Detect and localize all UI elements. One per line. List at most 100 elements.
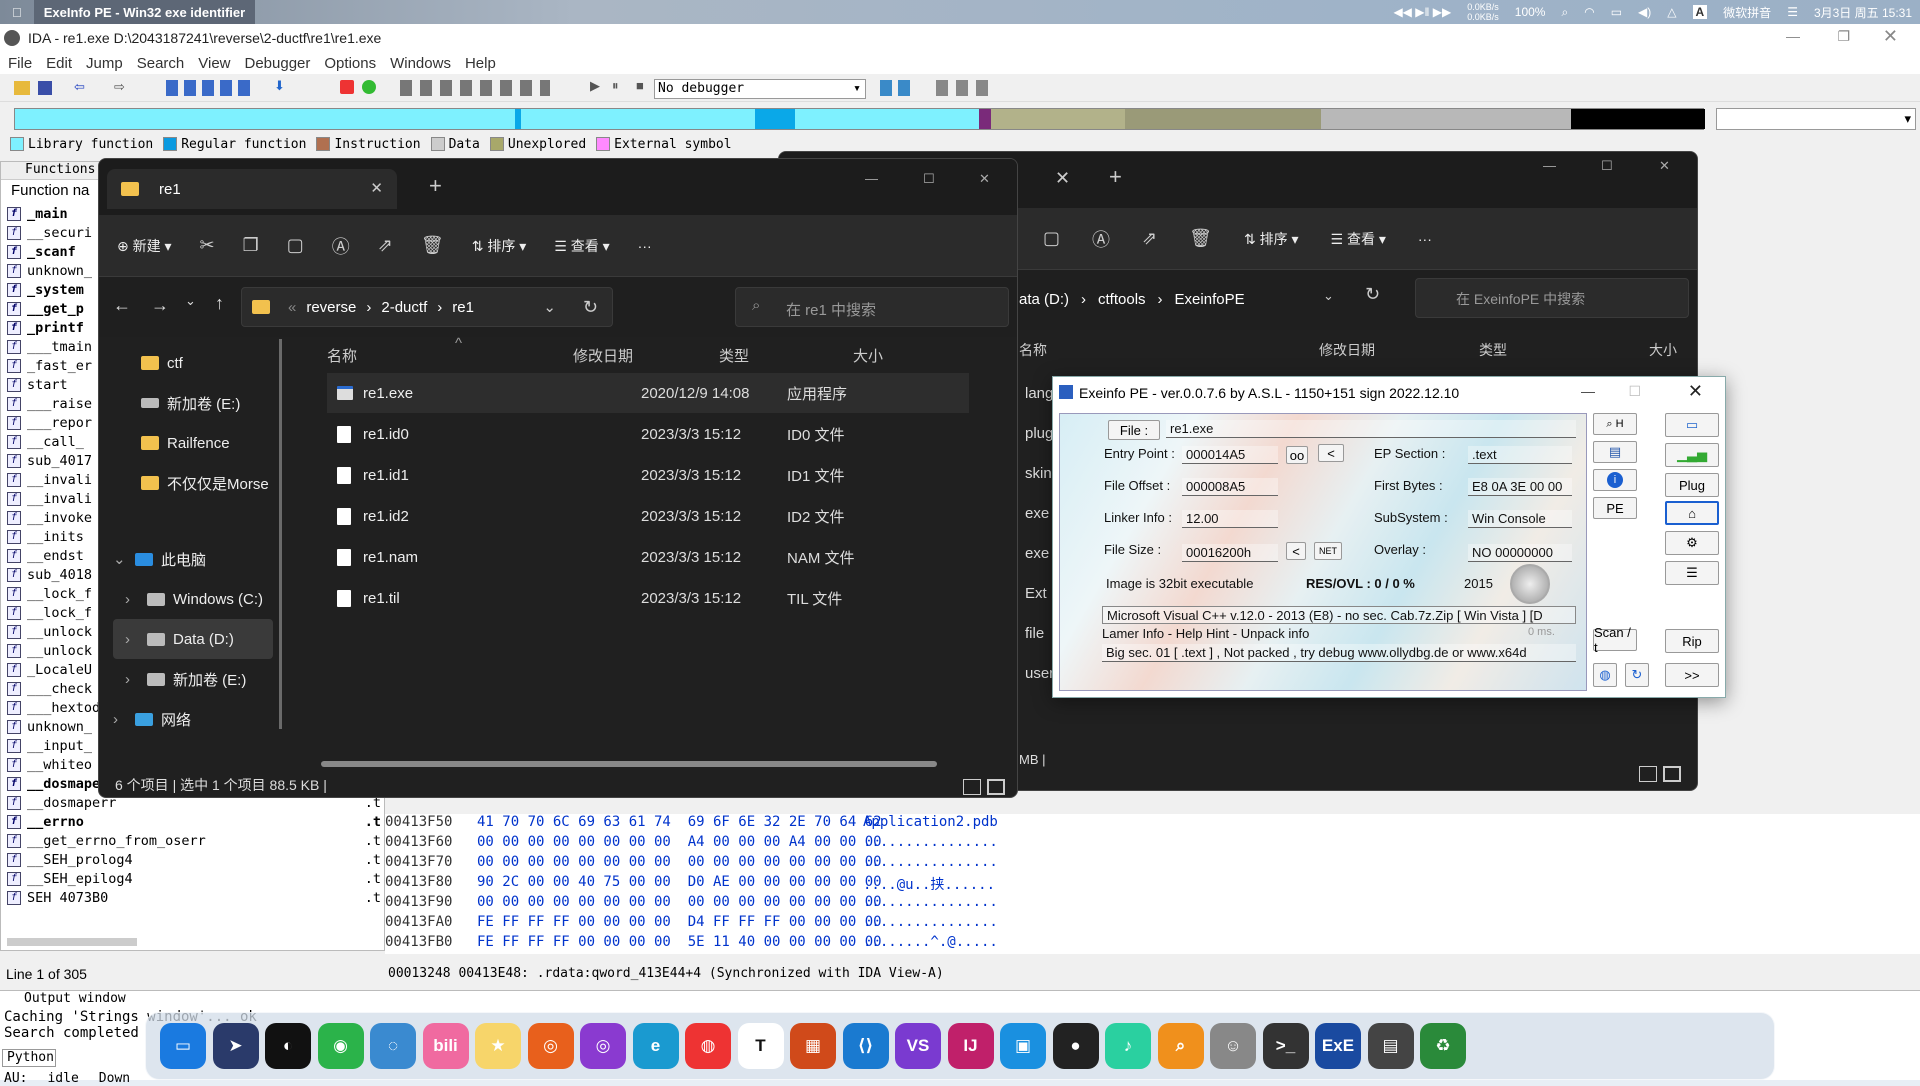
search-icon[interactable]: ⌕ [1561,5,1568,20]
horizontal-scrollbar[interactable] [7,938,137,946]
function-row[interactable]: f __SEH_prolog4 .t [7,850,385,869]
entry-back-button[interactable]: < [1318,444,1344,462]
edit-tools-group[interactable] [400,80,550,96]
down-arrow-icon[interactable]: ⬇ [274,78,285,94]
run-script-icon[interactable] [362,80,376,94]
menu-debugger[interactable]: Debugger [245,55,311,72]
file-row[interactable]: re1.id2 2023/3/3 15:12 ID2 文件 [327,496,969,536]
close-icon[interactable]: ✕ [1688,381,1703,402]
window-tools-group[interactable] [936,80,992,96]
first-bytes-field[interactable]: E8 0A 3E 00 00 [1468,478,1572,496]
view-button[interactable]: ☰ 查看 ▾ [1331,229,1386,249]
minimize-icon[interactable]: — [1581,383,1595,399]
hex-row[interactable]: 00413FA0 FE FF FF FF 00 00 00 00 D4 FF FF… [385,914,1920,934]
forward-icon[interactable]: ⇨ [114,79,125,95]
dock-app-icon[interactable]: bili [422,1023,469,1069]
paste-icon[interactable]: ▢ [287,235,304,256]
restore-icon[interactable]: ❐ [1837,28,1850,45]
size-back-button[interactable]: < [1286,542,1306,560]
close-icon[interactable]: ✕ [1659,158,1670,174]
column-type[interactable]: 类型 [719,345,749,366]
file-field[interactable]: re1.exe [1166,420,1576,438]
debugger-select[interactable]: No debugger ▾ [654,79,866,99]
clock[interactable]: 3月3日 周五 15:31 [1814,4,1912,21]
ime-label[interactable]: 微软拼音 [1723,4,1771,21]
play-icon[interactable]: ▶ [590,78,600,94]
expand-chevron-icon[interactable]: ⌄ [113,550,135,568]
sort-button[interactable]: ⇅ 排序 ▾ [472,236,527,256]
file-row[interactable]: re1.til 2023/3/3 15:12 TIL 文件 [327,578,969,618]
menu-search[interactable]: Search [137,55,185,72]
expand-chevron-icon[interactable]: › [125,671,147,688]
notification-icon[interactable]: △ [1667,5,1676,19]
forward-icon[interactable]: → [151,295,169,316]
dock-app-icon[interactable]: ▭ [160,1023,206,1069]
dock-app-icon[interactable]: T [737,1023,784,1069]
hex-view[interactable]: 00413F50 41 70 70 6C 69 63 61 74 69 6F 6E… [385,814,1920,954]
display-icon[interactable]: ▭ [1611,5,1622,19]
column-name[interactable]: 名称 [327,345,357,366]
column-date[interactable]: 修改日期 [573,345,633,366]
menu-windows[interactable]: Windows [390,55,451,72]
nav-band-dropdown[interactable]: ▾ [1716,108,1916,130]
nav-scrollbar[interactable] [279,339,282,729]
net-button[interactable]: NET [1314,542,1342,560]
file-row[interactable]: re1.id0 2023/3/3 15:12 ID0 文件 [327,414,969,454]
share-icon[interactable]: ⇗ [1142,228,1157,249]
debug-tools-group[interactable] [880,80,910,96]
media-controls-icon[interactable]: ◀◀ ▶‖ ▶▶ [1393,5,1451,19]
column-size[interactable]: 大小 [1649,340,1677,360]
tree-item[interactable]: › 网络 [113,699,323,739]
hex-row[interactable]: 00413F70 00 00 00 00 00 00 00 00 00 00 00… [385,854,1920,874]
pause-icon[interactable]: ⏸ [612,78,619,94]
subsystem-field[interactable]: Win Console [1468,510,1572,528]
dock-app-icon[interactable]: ◌ [370,1023,416,1069]
file-size-field[interactable]: 00016200h [1182,544,1278,562]
open-icon[interactable] [14,81,30,95]
input-letter-icon[interactable]: A [1692,5,1708,19]
detection-result[interactable]: Microsoft Visual C++ v.12.0 - 2013 (E8) … [1102,606,1576,624]
next-button[interactable]: >> [1665,663,1719,687]
hint-result[interactable]: Big sec. 01 [ .text ] , Not packed , try… [1102,644,1576,662]
function-row[interactable]: f __errno .t [7,812,385,831]
hex-row[interactable]: 00413F50 41 70 70 6C 69 63 61 74 69 6F 6E… [385,814,1920,834]
file-row[interactable]: re1.exe 2020/12/9 14:08 应用程序 [327,373,969,413]
tree-item[interactable]: › Data (D:) [113,619,273,659]
wifi-icon[interactable]: ◠ [1584,5,1594,19]
address-bar[interactable]: ata (D:) › ctftools › ExeinfoPE [1019,280,1339,318]
dock-app-icon[interactable]: ◐ [265,1023,311,1069]
rename-icon[interactable]: Ⓐ [332,233,350,259]
refresh-icon[interactable]: ↻ [1625,663,1649,687]
copy-icon[interactable]: ❐ [243,235,259,256]
dock-app-icon[interactable]: ▣ [1000,1023,1046,1069]
up-icon[interactable]: ↑ [215,293,224,314]
recent-dropdown-icon[interactable]: ⌄ [185,293,196,309]
plug-button[interactable]: Plug [1665,473,1719,497]
globe-icon[interactable]: ◍ [1593,663,1617,687]
ep-section-field[interactable]: .text [1468,446,1572,464]
new-tab-icon[interactable]: + [1109,164,1122,190]
scan-button[interactable]: Scan / t [1593,625,1637,655]
save-icon[interactable] [38,81,52,95]
dock-app-icon[interactable]: ★ [475,1023,521,1069]
refresh-icon[interactable]: ↻ [1365,284,1380,305]
menu-help[interactable]: Help [465,55,496,72]
menu-view[interactable]: View [198,55,230,72]
hex-row[interactable]: 00413FB0 FE FF FF FF 00 00 00 00 5E 11 40… [385,934,1920,954]
hex-row[interactable]: 00413F80 90 2C 00 00 40 75 00 00 D0 AE 00… [385,874,1920,894]
share-icon[interactable]: ⇗ [378,235,393,256]
stop-icon[interactable]: ■ [636,78,644,93]
back-icon[interactable]: ⇦ [74,79,85,95]
delete-icon[interactable]: 🗑 [421,235,444,256]
dock-app-icon[interactable]: IJ [947,1023,994,1069]
tiles-view-icon[interactable] [1663,766,1681,782]
search-h-icon[interactable]: ⌕ H [1593,413,1637,435]
dock-app-icon[interactable]: ▤ [1367,1023,1414,1069]
menu-jump[interactable]: Jump [86,55,123,72]
file-row[interactable]: re1.id1 2023/3/3 15:12 ID1 文件 [327,455,969,495]
close-icon[interactable]: ✕ [979,171,990,187]
dock-app-icon[interactable]: ⌕ [1157,1023,1204,1069]
search-box[interactable]: 在 ExeinfoPE 中搜索 [1415,278,1689,318]
home-icon[interactable]: ⌂ [1665,501,1719,525]
more-icon[interactable]: ··· [638,238,652,254]
